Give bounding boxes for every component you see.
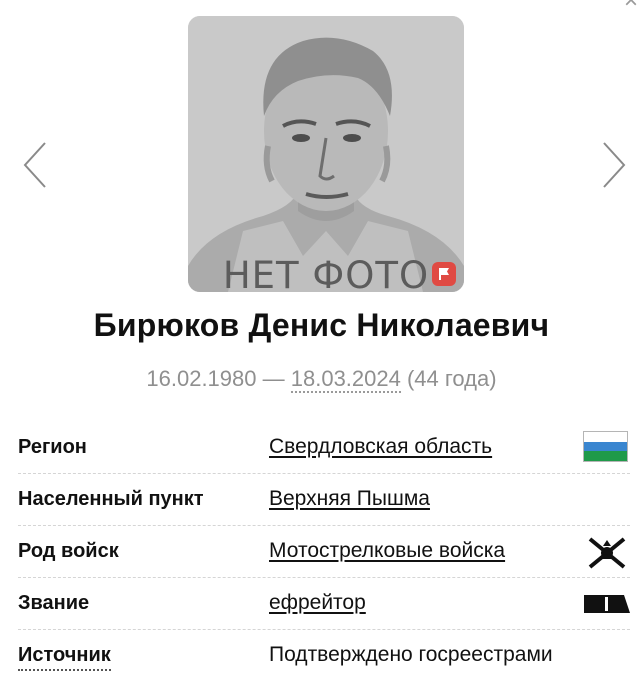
close-icon[interactable]: × [619, 0, 643, 13]
source-label-link[interactable]: Источник [18, 644, 111, 671]
detail-row-settlement: Населенный пункт Верхняя Пышма [18, 474, 630, 526]
detail-row-rank: Звание ефрейтор [18, 578, 630, 630]
region-flag-icon [583, 431, 628, 462]
branch-emblem-icon [588, 537, 626, 569]
detail-row-region: Регион Свердловская область [18, 422, 630, 474]
report-flag-button[interactable] [432, 262, 456, 286]
photo-placeholder: НЕТ ФОТО [188, 16, 464, 292]
region-link[interactable]: Свердловская область [269, 435, 492, 459]
death-date-link[interactable]: 18.03.2024 [290, 366, 401, 393]
silhouette-portrait [188, 16, 464, 292]
flag-icon [439, 268, 449, 280]
chevron-left-icon[interactable] [21, 140, 51, 190]
person-name: Бирюков Денис Николаевич [93, 307, 550, 343]
settlement-link[interactable]: Верхняя Пышма [269, 487, 430, 511]
branch-link[interactable]: Мотострелковые войска [269, 539, 505, 563]
detail-label: Населенный пункт [18, 488, 204, 510]
source-value: Подтверждено госреестрами [269, 643, 553, 666]
no-photo-label: НЕТ ФОТО [222, 254, 430, 292]
detail-label: Регион [18, 436, 87, 458]
rank-link[interactable]: ефрейтор [269, 591, 366, 615]
age: (44 года) [406, 366, 497, 391]
life-dates: 16.02.1980 — 18.03.2024 (44 года) [0, 366, 643, 393]
date-separator: — [262, 366, 285, 391]
birth-date: 16.02.1980 [146, 366, 257, 391]
detail-label: Звание [18, 592, 90, 614]
rank-insignia-icon [584, 595, 630, 613]
detail-row-branch: Род войск Мотострелковые войска [18, 526, 630, 578]
details-table: Регион Свердловская область Населенный п… [18, 422, 630, 681]
chevron-right-icon[interactable] [598, 140, 628, 190]
detail-label: Род войск [18, 540, 119, 562]
detail-row-source: Источник Подтверждено госреестрами [18, 630, 630, 681]
